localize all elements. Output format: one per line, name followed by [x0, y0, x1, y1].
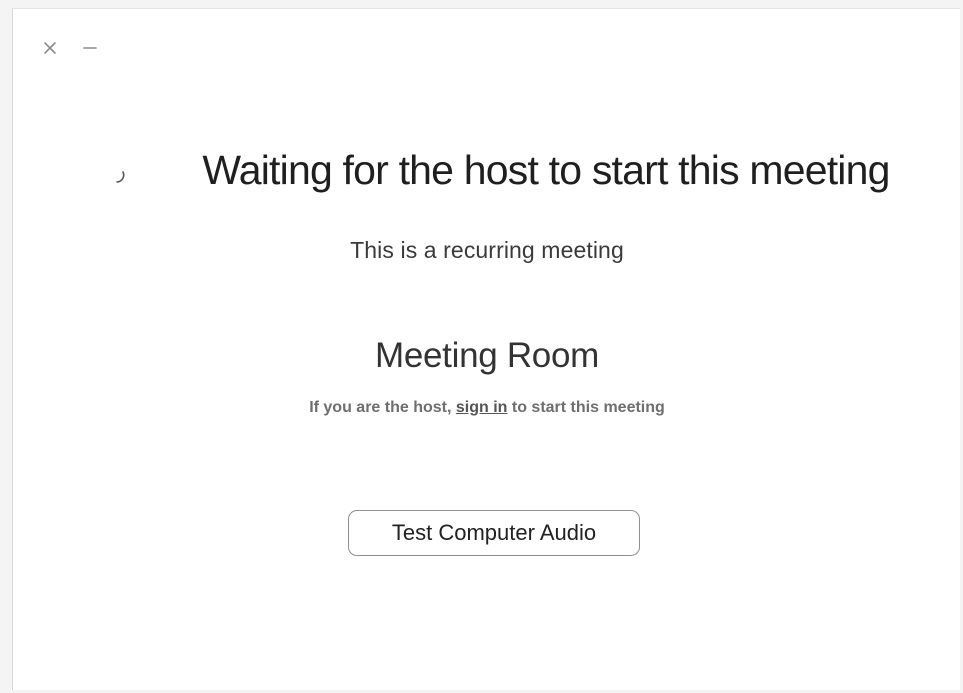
meeting-waiting-window: Waiting for the host to start this meeti…	[12, 8, 960, 690]
page-title: Waiting for the host to start this meeti…	[202, 147, 890, 193]
sign-in-link[interactable]: sign in	[456, 399, 508, 416]
host-prompt-prefix: If you are the host,	[309, 399, 456, 416]
host-signin-prompt: If you are the host, sign in to start th…	[13, 399, 961, 417]
minimize-icon[interactable]	[81, 39, 99, 57]
meeting-room-name: Meeting Room	[374, 336, 599, 375]
meeting-type-subtitle: This is a recurring meeting	[350, 237, 624, 263]
window-controls	[41, 39, 99, 57]
close-icon[interactable]	[41, 39, 59, 57]
host-prompt-suffix: to start this meeting	[507, 399, 665, 416]
test-computer-audio-button[interactable]: Test Computer Audio	[348, 510, 640, 556]
